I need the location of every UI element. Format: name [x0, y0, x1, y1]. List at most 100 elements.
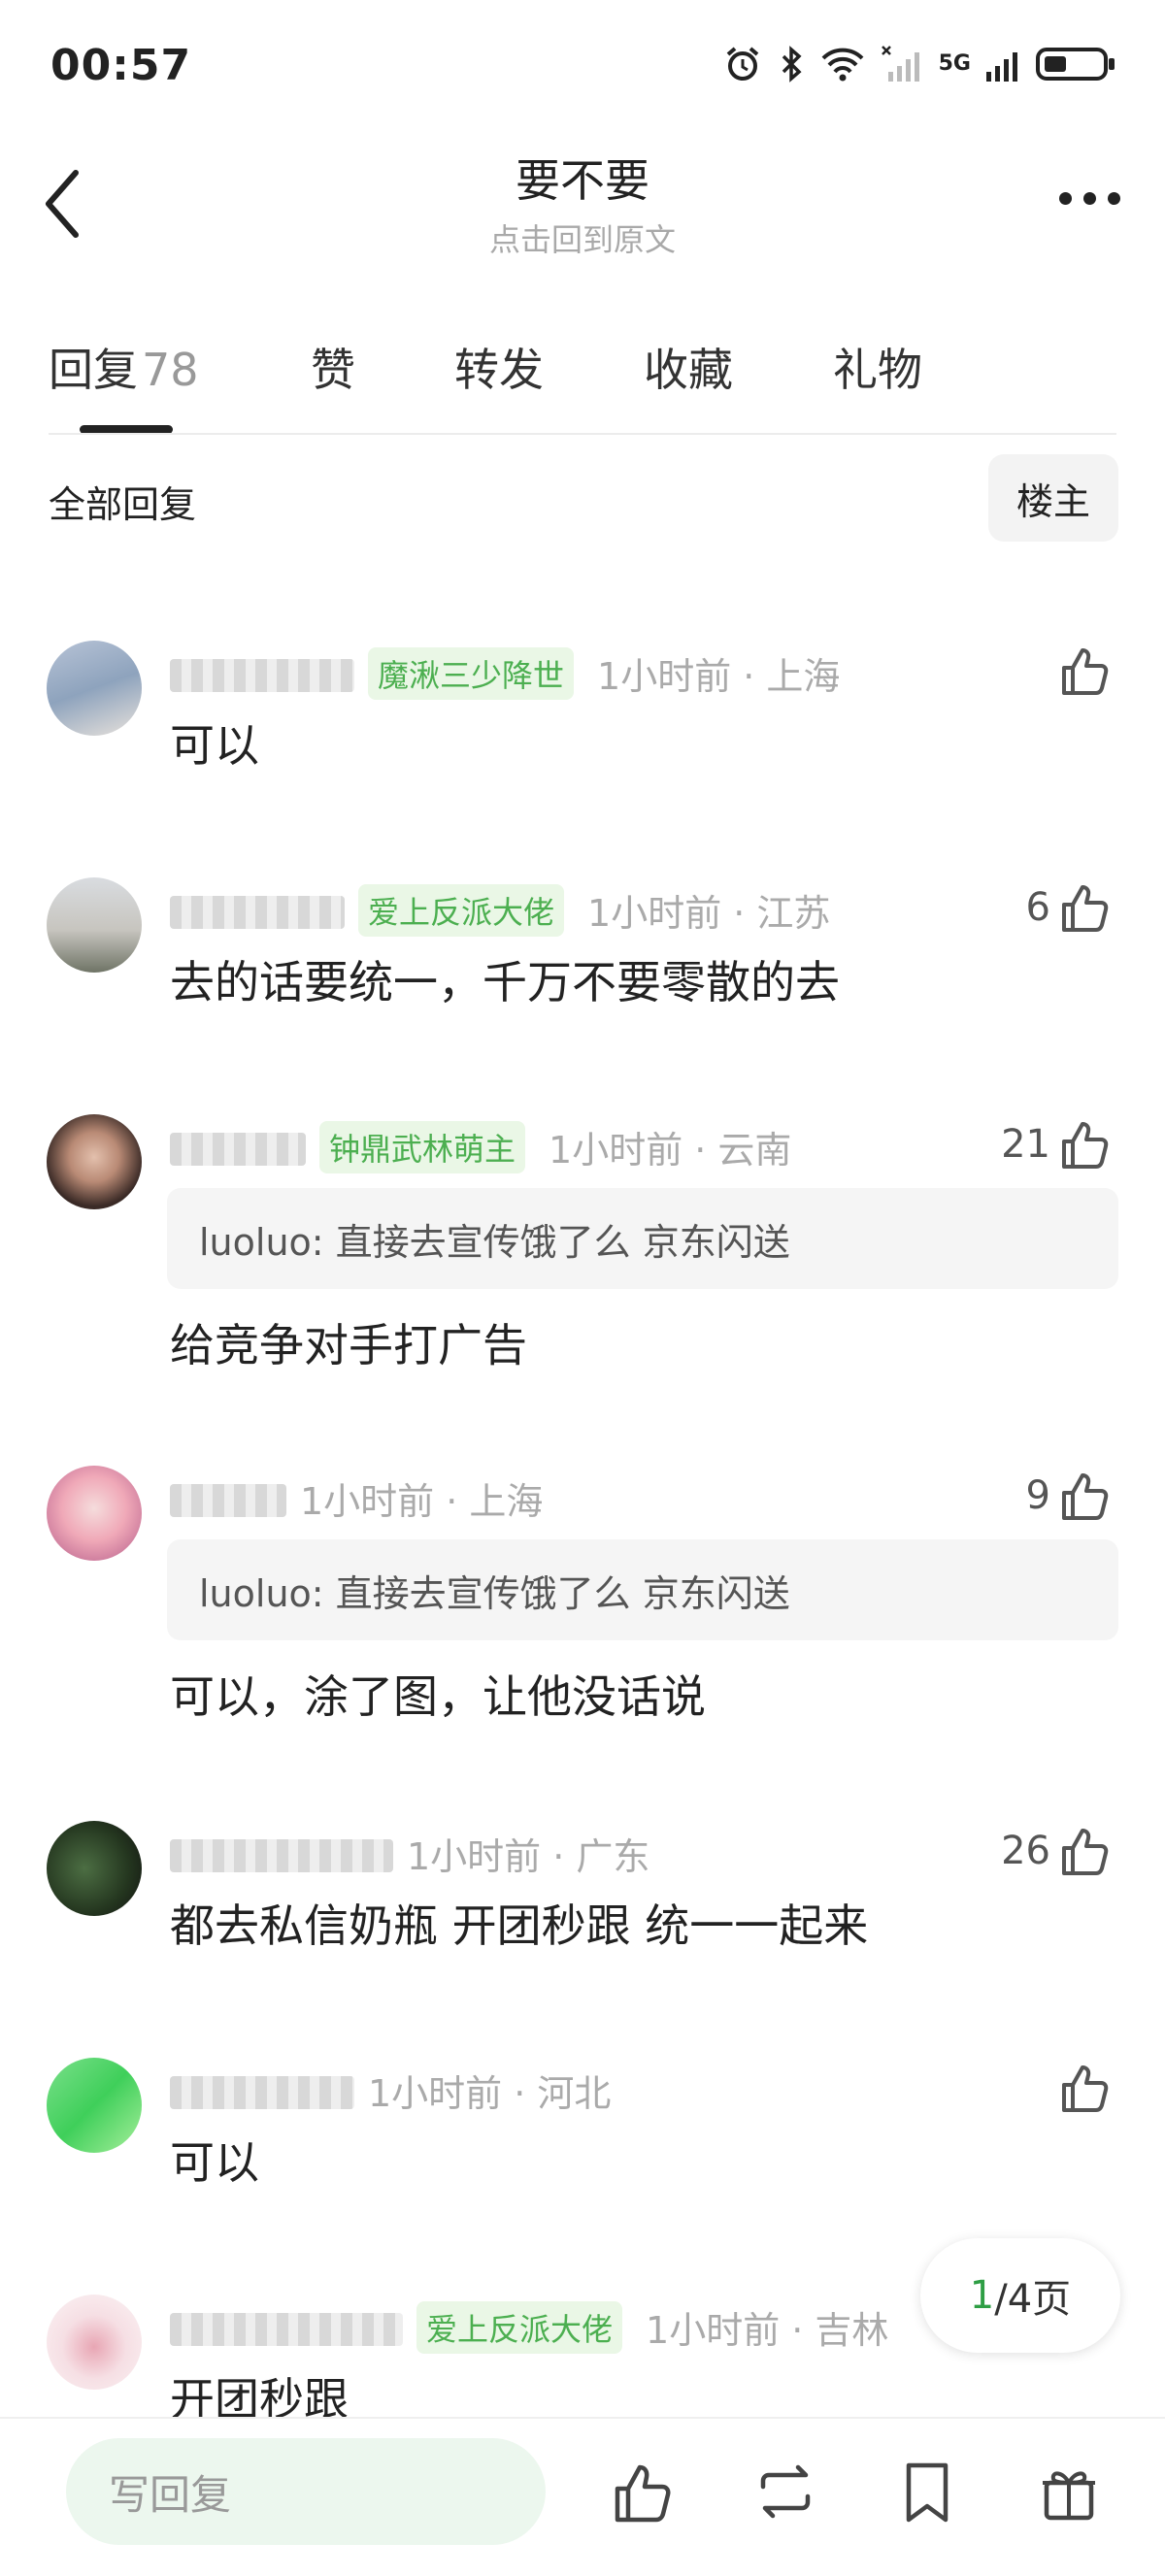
thumbs-up-icon — [1062, 2065, 1109, 2112]
like-button[interactable] — [1050, 2060, 1115, 2116]
comment-meta: 爱上反派大佬 1小时前 · 江苏 — [170, 883, 830, 937]
comment-meta: 魔湫三少降世 1小时前 · 上海 — [170, 646, 840, 700]
comment-meta: 爱上反派大佬 1小时前 · 吉林 — [170, 2300, 888, 2354]
thumbs-up-icon — [1062, 885, 1109, 932]
tab-like[interactable]: 赞 — [311, 335, 454, 399]
like-button[interactable]: 21 — [1001, 1116, 1115, 1172]
comment-text: 去的话要统一，千万不要零散的去 — [170, 956, 840, 1008]
page-title[interactable]: 要不要 — [0, 146, 1165, 210]
like-button[interactable]: 6 — [1026, 879, 1115, 936]
like-button[interactable] — [1050, 643, 1115, 699]
more-dot — [1083, 192, 1096, 205]
back-to-original-link[interactable]: 点击回到原文 — [0, 215, 1165, 260]
comment-text: 可以 — [170, 719, 259, 772]
blurred-name — [170, 1133, 306, 1166]
like-count: 21 — [1001, 1122, 1050, 1167]
avatar[interactable] — [47, 1821, 142, 1916]
wifi-icon — [821, 48, 864, 82]
user-badge: 魔湫三少降世 — [368, 646, 575, 700]
like-icon[interactable] — [610, 2458, 678, 2526]
total-pages: /4页 — [994, 2277, 1072, 2322]
network-5g-label: 5G — [938, 51, 971, 76]
comment-meta: 钟鼎武林萌主 1小时前 · 云南 — [170, 1120, 791, 1173]
comment-text: 可以 — [170, 2136, 259, 2189]
page-indicator[interactable]: 1/4页 — [920, 2238, 1120, 2353]
tab-gift[interactable]: 礼物 — [833, 335, 922, 399]
status-time: 00:57 — [50, 41, 192, 90]
username-blurred[interactable] — [170, 2069, 354, 2112]
status-icons: 5G — [723, 45, 1116, 83]
tab-reply-count: 78 — [142, 344, 199, 396]
comment-text: 都去私信奶瓶 开团秒跟 统一一起来 — [170, 1899, 869, 1952]
username-blurred[interactable] — [170, 1126, 306, 1169]
thumbs-up-icon — [1062, 1473, 1109, 1520]
comment-item: 1小时前 · 河北 可以 — [0, 2048, 1165, 2203]
quoted-reply[interactable]: luoluo: 直接去宣传饿了么 京东闪送 — [167, 1539, 1118, 1640]
comment-time: 1小时前 · 吉林 — [646, 2309, 889, 2352]
username-blurred[interactable] — [170, 1833, 393, 1875]
tab-forward[interactable]: 转发 — [454, 335, 644, 399]
all-replies-label: 全部回复 — [49, 483, 197, 526]
avatar[interactable] — [47, 1114, 142, 1209]
comment-item: 钟鼎武林萌主 1小时前 · 云南 21 luoluo: 直接去宣传饿了么 京东闪… — [0, 1105, 1165, 1386]
bookmark-icon[interactable] — [893, 2458, 961, 2526]
signal-icon — [986, 52, 1017, 82]
comment-text: 开团秒跟 — [170, 2373, 349, 2417]
avatar[interactable] — [47, 641, 142, 736]
tab-reply-label: 回复 — [49, 344, 138, 396]
avatar[interactable] — [47, 1466, 142, 1561]
repost-icon[interactable] — [751, 2458, 819, 2526]
comment-text: 给竞争对手打广告 — [170, 1319, 527, 1371]
thumbs-up-icon — [1062, 1122, 1109, 1169]
battery-icon — [1036, 48, 1115, 81]
blurred-name — [170, 896, 345, 929]
comment-text: 可以，涂了图，让他没话说 — [170, 1670, 706, 1723]
comment-meta: 1小时前 · 广东 — [170, 1827, 649, 1880]
avatar[interactable] — [47, 2295, 142, 2390]
user-badge: 爱上反派大佬 — [358, 883, 565, 937]
comment-item: 1小时前 · 上海 9 luoluo: 直接去宣传饿了么 京东闪送 可以，涂了图… — [0, 1456, 1165, 1737]
comment-item: 魔湫三少降世 1小时前 · 上海 可以 — [0, 631, 1165, 796]
username-blurred[interactable] — [170, 652, 354, 695]
thumbs-up-icon — [1062, 648, 1109, 695]
tab-reply[interactable]: 回复78 — [49, 335, 311, 399]
username-blurred[interactable] — [170, 2306, 403, 2349]
more-dot — [1059, 192, 1072, 205]
like-count: 9 — [1025, 1473, 1050, 1518]
quoted-reply[interactable]: luoluo: 直接去宣传饿了么 京东闪送 — [167, 1188, 1118, 1289]
tab-divider — [49, 433, 1116, 435]
like-count: 26 — [1001, 1829, 1050, 1873]
comment-time: 1小时前 · 江苏 — [587, 892, 831, 935]
comment-time: 1小时前 · 河北 — [368, 2072, 612, 2115]
more-options-button[interactable] — [1059, 192, 1120, 205]
avatar[interactable] — [47, 877, 142, 973]
thumbs-up-icon — [1062, 1829, 1109, 1875]
comment-meta: 1小时前 · 上海 — [170, 1471, 543, 1525]
comment-time: 1小时前 · 上海 — [300, 1480, 544, 1523]
tab-bar: 回复78 赞 转发 收藏 礼物 — [49, 335, 922, 399]
comment-time: 1小时前 · 上海 — [597, 655, 841, 698]
username-blurred[interactable] — [170, 889, 345, 932]
comment-meta: 1小时前 · 河北 — [170, 2064, 611, 2117]
blurred-name — [170, 2076, 354, 2109]
comment-time: 1小时前 · 云南 — [549, 1129, 792, 1172]
reply-input[interactable]: 写回复 — [66, 2438, 546, 2545]
gift-icon[interactable] — [1035, 2458, 1103, 2526]
blurred-name — [170, 2313, 403, 2346]
tab-favorite[interactable]: 收藏 — [644, 335, 833, 399]
username-blurred[interactable] — [170, 1477, 286, 1520]
like-count: 6 — [1025, 885, 1050, 930]
user-badge: 钟鼎武林萌主 — [319, 1120, 526, 1173]
avatar[interactable] — [47, 2058, 142, 2153]
blurred-name — [170, 1839, 393, 1872]
comment-time: 1小时前 · 广东 — [407, 1835, 650, 1878]
owner-only-button[interactable]: 楼主 — [988, 454, 1118, 542]
like-button[interactable]: 9 — [1026, 1468, 1115, 1524]
like-button[interactable]: 26 — [1001, 1823, 1115, 1879]
comment-item: 1小时前 · 广东 26 都去私信奶瓶 开团秒跟 统一一起来 — [0, 1811, 1165, 1976]
comment-item: 爱上反派大佬 1小时前 · 江苏 6 去的话要统一，千万不要零散的去 — [0, 868, 1165, 1033]
bluetooth-icon — [782, 46, 802, 83]
blurred-name — [170, 659, 354, 692]
signal-x-icon — [881, 46, 919, 82]
blurred-name — [170, 1484, 286, 1517]
